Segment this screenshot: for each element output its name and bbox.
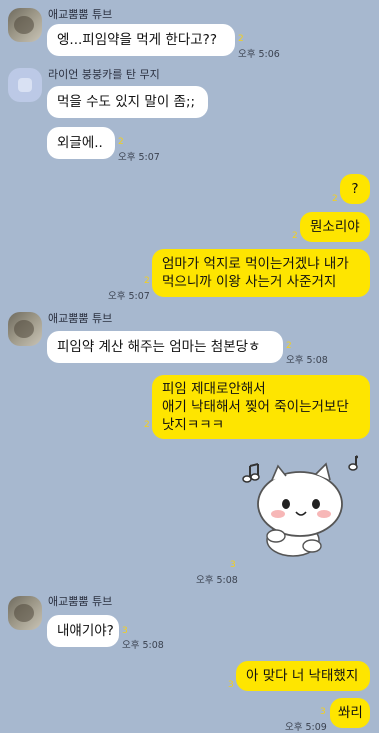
- message-bubble[interactable]: 외글에..: [47, 127, 115, 159]
- unread-count: 2: [286, 341, 292, 351]
- avatar-tube[interactable]: [8, 312, 42, 346]
- avatar-tube[interactable]: [8, 596, 42, 630]
- unread-count: 2: [292, 231, 298, 241]
- message-bubble[interactable]: 엥...피임약을 먹게 한다고??: [47, 24, 235, 56]
- message-time: 오후 5:09: [285, 722, 327, 733]
- sender-name: 애교뿜뿜 튜브: [48, 8, 113, 21]
- my-message-bubble[interactable]: ?: [340, 174, 370, 204]
- my-message-bubble[interactable]: 아 맞다 너 낙태했지: [236, 661, 370, 691]
- message-bubble[interactable]: 피임약 계산 해주는 엄마는 첨본당ㅎ: [47, 331, 283, 363]
- avatar-muzi[interactable]: [8, 68, 42, 102]
- sender-name: 애교뿜뿜 튜브: [48, 595, 113, 608]
- unread-count: 3: [228, 680, 234, 690]
- my-message-bubble[interactable]: 뭔소리야: [300, 212, 370, 242]
- unread-count: 2: [238, 34, 244, 44]
- unread-count: 2: [144, 420, 150, 430]
- avatar-placeholder-icon: [18, 78, 32, 92]
- unread-count: 3: [122, 626, 128, 636]
- message-time: 오후 5:08: [286, 355, 328, 366]
- unread-count: 2: [118, 137, 124, 147]
- message-time: 오후 5:07: [118, 152, 160, 163]
- message-time: 오후 5:08: [196, 575, 238, 586]
- message-time: 오후 5:07: [108, 291, 150, 302]
- unread-count: 2: [332, 194, 338, 204]
- cat-sticker-icon[interactable]: [238, 452, 363, 562]
- unread-count: 3: [320, 707, 326, 717]
- message-bubble[interactable]: 내얘기야?: [47, 615, 119, 647]
- message-time: 오후 5:06: [238, 49, 280, 60]
- unread-count: 2: [144, 276, 150, 286]
- sender-name: 애교뿜뿜 튜브: [48, 312, 113, 325]
- avatar-tube[interactable]: [8, 8, 42, 42]
- my-message-bubble[interactable]: 엄마가 억지로 먹이는거겠냐 내가 먹으니까 이왕 사는거 사준거지: [152, 249, 370, 297]
- unread-count: 3: [230, 560, 236, 570]
- message-time: 오후 5:08: [122, 640, 164, 651]
- sender-name: 라이언 붕붕카를 탄 무지: [48, 68, 160, 81]
- my-message-bubble[interactable]: 쏴리: [330, 698, 370, 728]
- message-bubble[interactable]: 먹을 수도 있지 말이 좀;;: [47, 86, 208, 118]
- my-message-bubble[interactable]: 피임 제대로안해서 애기 낙태해서 찢어 죽이는거보단 낫지ㅋㅋㅋ: [152, 375, 370, 439]
